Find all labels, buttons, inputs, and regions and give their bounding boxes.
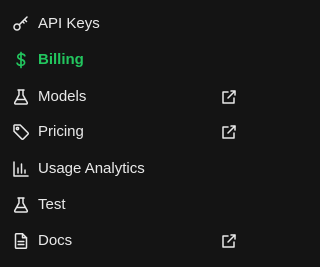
nav-item-label: Pricing: [38, 123, 84, 140]
nav-item-api-keys[interactable]: API Keys: [0, 6, 249, 42]
dollar-icon: [12, 51, 30, 69]
external-link-icon[interactable]: [220, 123, 238, 141]
nav-item-models[interactable]: Models: [0, 79, 249, 115]
nav-item-pricing[interactable]: Pricing: [0, 114, 249, 150]
nav-item-label: Usage Analytics: [38, 160, 145, 177]
nav-item-label: Docs: [38, 232, 73, 249]
nav-item-label: Test: [38, 196, 66, 213]
nav-item-billing[interactable]: Billing: [0, 42, 249, 78]
external-link-icon[interactable]: [220, 88, 238, 106]
tag-icon: [12, 123, 30, 141]
bar-chart-icon: [12, 160, 30, 178]
document-icon: [12, 232, 30, 250]
key-icon: [12, 15, 30, 33]
flask-icon: [12, 88, 30, 106]
flask-icon: [12, 196, 30, 214]
nav-item-docs[interactable]: Docs: [0, 223, 249, 259]
external-link-icon[interactable]: [220, 232, 238, 250]
sidebar-nav: API Keys Billing Models Pricing Usage An…: [0, 0, 249, 267]
nav-item-label: Billing: [38, 51, 84, 68]
nav-item-usage-analytics[interactable]: Usage Analytics: [0, 151, 249, 187]
nav-item-test[interactable]: Test: [0, 187, 249, 223]
nav-item-label: API Keys: [38, 15, 100, 32]
nav-item-label: Models: [38, 88, 87, 105]
